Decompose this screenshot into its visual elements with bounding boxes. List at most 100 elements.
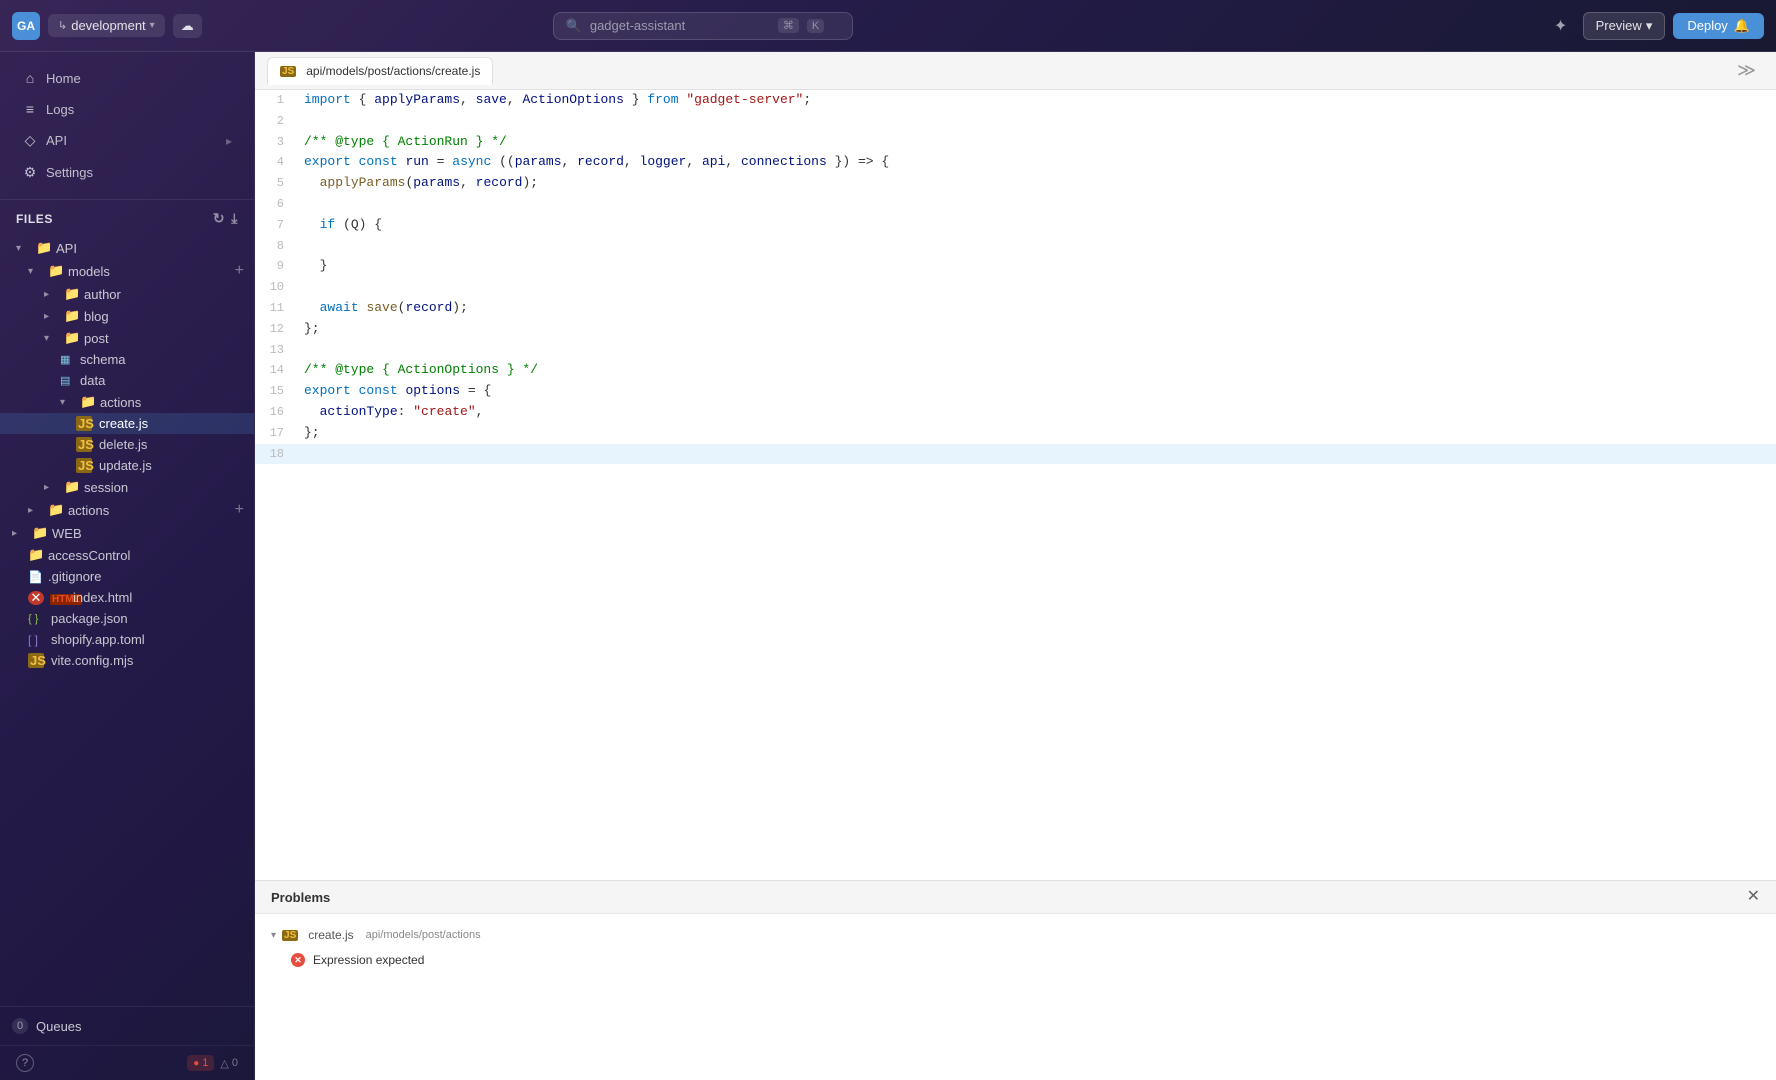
code-line-11: 11 await save(record);: [255, 298, 1776, 319]
json-icon: { }: [28, 613, 44, 625]
sidebar-item-settings-label: Settings: [46, 165, 93, 180]
cloud-button[interactable]: ☁: [173, 14, 202, 38]
sidebar-item-settings[interactable]: ⚙ Settings: [6, 157, 248, 188]
tree-item-post-actions[interactable]: 📁 actions: [0, 391, 254, 413]
problems-close-button[interactable]: ✕: [1747, 889, 1760, 905]
post-actions-folder-icon: 📁: [80, 394, 96, 410]
author-folder-label: author: [84, 287, 254, 302]
code-line-7: 7 if (Q) {: [255, 215, 1776, 236]
code-line-6: 6: [255, 194, 1776, 215]
models-add-button[interactable]: +: [235, 262, 244, 280]
problems-panel: Problems ✕ JS create.js api/models/post/…: [255, 880, 1776, 1080]
problem-file-row[interactable]: JS create.js api/models/post/actions: [255, 922, 1776, 948]
code-editor[interactable]: 1 import { applyParams, save, ActionOpti…: [255, 90, 1776, 880]
help-icon[interactable]: ?: [16, 1054, 34, 1072]
tree-item-shopify-toml[interactable]: [ ] shopify.app.toml: [0, 629, 254, 650]
tree-item-delete-js[interactable]: JS delete.js: [0, 434, 254, 455]
delete-js-label: delete.js: [99, 437, 254, 452]
topbar-right: ✦ Preview ▾ Deploy 🔔: [1547, 12, 1764, 40]
vite-config-label: vite.config.mjs: [51, 653, 254, 668]
kbd-k: K: [807, 19, 824, 33]
tree-item-update-js[interactable]: JS update.js: [0, 455, 254, 476]
error-badge-icon: ●: [193, 1058, 199, 1069]
blog-folder-icon: 📁: [64, 308, 80, 324]
tree-item-top-actions[interactable]: 📁 actions +: [0, 498, 254, 522]
api-folder-label: API: [56, 241, 254, 256]
web-toggle-icon: [12, 528, 28, 539]
tree-item-post[interactable]: 📁 post: [0, 327, 254, 349]
line-num-7: 7: [255, 215, 300, 236]
access-control-folder-icon: 📁: [28, 547, 44, 563]
panel-collapse-button[interactable]: ≫: [1729, 56, 1764, 85]
top-actions-add-button[interactable]: +: [235, 501, 244, 519]
tree-item-author[interactable]: 📁 author: [0, 283, 254, 305]
deploy-button[interactable]: Deploy 🔔: [1673, 13, 1764, 39]
problems-header: Problems ✕: [255, 881, 1776, 914]
delete-js-icon: JS: [76, 437, 92, 452]
tree-item-web[interactable]: 📁 WEB: [0, 522, 254, 544]
shopify-toml-label: shopify.app.toml: [51, 632, 254, 647]
tree-item-api[interactable]: 📁 API: [0, 237, 254, 259]
code-line-1: 1 import { applyParams, save, ActionOpti…: [255, 90, 1776, 111]
tree-item-models[interactable]: 📁 models +: [0, 259, 254, 283]
download-icon[interactable]: ⤓: [231, 210, 238, 227]
sidebar-item-api[interactable]: ◇ API ▸: [6, 125, 248, 156]
line-num-11: 11: [255, 298, 300, 319]
tree-item-index-html[interactable]: ✕ HTML index.html: [0, 587, 254, 608]
line-num-9: 9: [255, 256, 300, 277]
code-line-4: 4 export const run = async ((params, rec…: [255, 152, 1776, 173]
tab-js-badge: JS: [280, 66, 296, 77]
problem-item-1[interactable]: ✕ Expression expected: [255, 948, 1776, 972]
models-folder-icon: 📁: [48, 263, 64, 279]
sidebar-item-home[interactable]: ⌂ Home: [6, 63, 248, 93]
create-js-label: create.js: [99, 416, 254, 431]
tab-label: api/models/post/actions/create.js: [306, 64, 480, 78]
search-bar[interactable]: 🔍 ⌘ K: [553, 12, 853, 40]
tree-item-schema[interactable]: ▦ schema: [0, 349, 254, 370]
tree-item-blog[interactable]: 📁 blog: [0, 305, 254, 327]
code-line-5: 5 applyParams(params, record);: [255, 173, 1776, 194]
branch-selector[interactable]: ↳ development ▾: [48, 14, 165, 37]
update-js-icon: JS: [76, 458, 92, 473]
tree-item-gitignore[interactable]: 📄 .gitignore: [0, 566, 254, 587]
settings-icon: ⚙: [22, 164, 38, 181]
post-actions-folder-label: actions: [100, 395, 254, 410]
tree-item-access-control[interactable]: 📁 accessControl: [0, 544, 254, 566]
models-folder-label: models: [68, 264, 231, 279]
line-num-15: 15: [255, 381, 300, 402]
line-num-1: 1: [255, 90, 300, 111]
api-folder-toggle-icon: [16, 243, 32, 254]
tree-item-create-js[interactable]: JS create.js: [0, 413, 254, 434]
warning-icon: △: [220, 1057, 228, 1070]
code-line-15: 15 export const options = {: [255, 381, 1776, 402]
tree-item-vite-config[interactable]: JS vite.config.mjs: [0, 650, 254, 671]
tree-item-package-json[interactable]: { } package.json: [0, 608, 254, 629]
code-line-17: 17 };: [255, 423, 1776, 444]
editor-tab-create-js[interactable]: JS api/models/post/actions/create.js: [267, 57, 493, 85]
tree-item-data[interactable]: ▤ data: [0, 370, 254, 391]
sidebar-item-queues[interactable]: 0 Queues: [0, 1015, 254, 1037]
editor-tabs: JS api/models/post/actions/create.js ≫: [255, 52, 1776, 90]
kbd-cmd: ⌘: [778, 18, 799, 33]
line-num-18: 18: [255, 444, 300, 465]
session-folder-label: session: [84, 480, 254, 495]
star-button[interactable]: ✦: [1547, 12, 1575, 40]
line-content-15: export const options = {: [300, 381, 1776, 402]
tree-item-session[interactable]: 📁 session: [0, 476, 254, 498]
session-folder-icon: 📁: [64, 479, 80, 495]
sidebar-footer: ? ● 1 △ 0: [0, 1045, 254, 1080]
warning-count: 0: [232, 1057, 238, 1069]
preview-label: Preview: [1596, 18, 1642, 33]
line-content-18: [300, 444, 1776, 465]
sidebar-item-api-label: API: [46, 133, 67, 148]
error-badge: ● 1: [187, 1055, 214, 1071]
problem-error-icon: ✕: [291, 953, 305, 967]
sidebar-item-logs[interactable]: ≡ Logs: [6, 94, 248, 124]
line-content-6: [300, 194, 1776, 215]
code-line-12: 12 };: [255, 319, 1776, 340]
line-num-12: 12: [255, 319, 300, 340]
branch-chevron-icon: ▾: [150, 20, 155, 31]
search-input[interactable]: [590, 18, 770, 33]
preview-button[interactable]: Preview ▾: [1583, 12, 1666, 40]
refresh-icon[interactable]: ↻: [213, 210, 225, 227]
